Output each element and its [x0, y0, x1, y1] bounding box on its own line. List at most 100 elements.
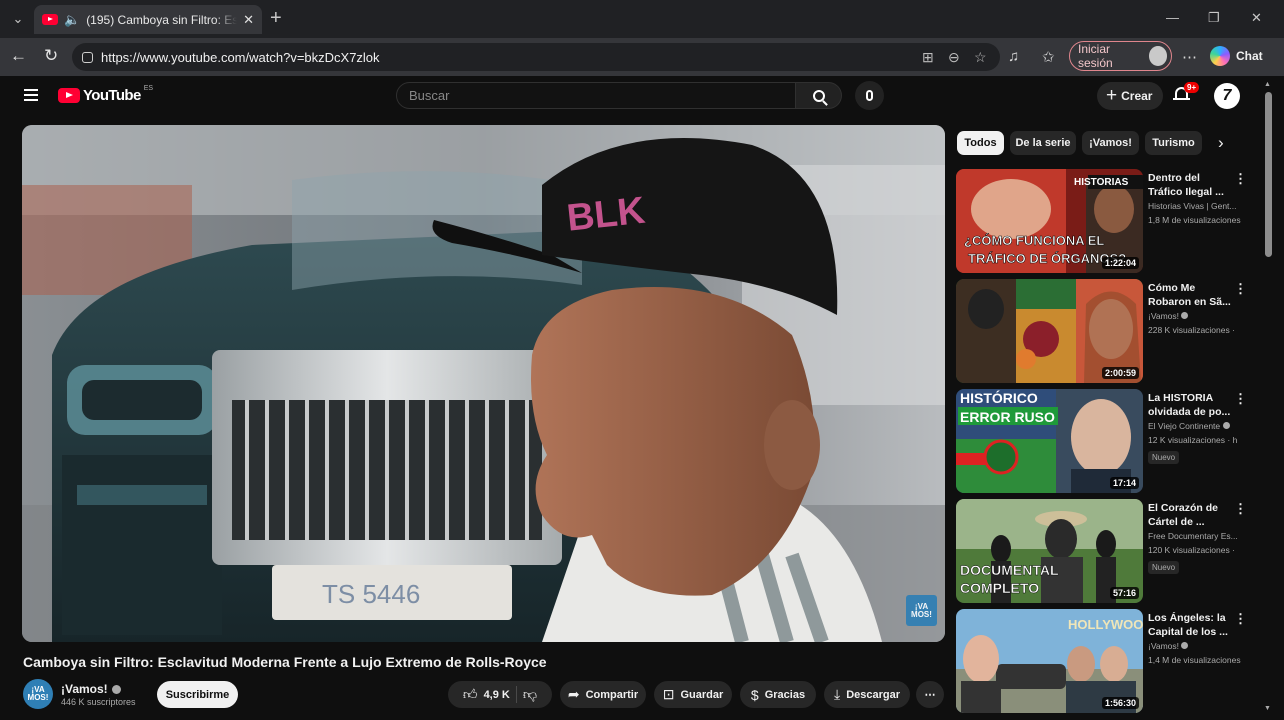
reload-icon[interactable]: ↻ — [44, 46, 58, 66]
recommendation-thumbnail[interactable]: HOLLYWOOD 1:56:30 — [956, 609, 1143, 713]
subscribe-button[interactable]: Suscribirme — [157, 681, 238, 708]
channel-name-link[interactable]: ¡Vamos! — [61, 682, 121, 696]
voice-search-button[interactable] — [855, 81, 884, 110]
notification-badge: 9+ — [1184, 82, 1200, 93]
chip-todos[interactable]: Todos — [957, 131, 1004, 155]
channel-avatar[interactable]: ¡VA MOS! — [23, 679, 53, 709]
search-box[interactable] — [396, 82, 796, 109]
tab-list-icon[interactable]: ⌄ — [0, 0, 36, 38]
more-actions-button[interactable]: ⋯ — [916, 681, 944, 708]
recommendation-channel[interactable]: Free Documentary Es... — [1148, 531, 1244, 541]
channel-watermark[interactable]: ¡VA MOS! — [906, 595, 937, 626]
video-player[interactable]: TS 5446 BLK ¡VA MOS! — [22, 125, 945, 642]
close-tab-icon[interactable]: ✕ — [243, 12, 254, 28]
dislike-icon[interactable]: 👎︎ — [523, 686, 537, 703]
recommendation-item[interactable]: 2:00:59 Cómo Me Robaron en Sã... ¡Vamos!… — [956, 279, 1247, 383]
recommendation-title[interactable]: Cómo Me Robaron en Sã... — [1148, 281, 1236, 309]
recommendation-item[interactable]: HISTORIAS ¿CÓMO FUNCIONA EL TRÁFICO DE Ó… — [956, 169, 1247, 273]
page-scrollbar[interactable]: ▲ ▼ — [1264, 81, 1273, 712]
recommendation-channel[interactable]: ¡Vamos! — [1148, 641, 1244, 651]
signin-button[interactable]: Iniciar sesión — [1069, 41, 1172, 71]
youtube-favicon-icon — [42, 14, 58, 25]
svg-text:¿CÓMO FUNCIONA EL: ¿CÓMO FUNCIONA EL — [964, 233, 1104, 248]
create-button[interactable]: + Crear — [1097, 82, 1164, 110]
more-vert-icon[interactable]: ⋮ — [1234, 171, 1247, 187]
chip-turismo[interactable]: Turismo — [1145, 131, 1202, 155]
thumb-top-text: HISTORIAS — [1074, 177, 1129, 188]
recommendation-title[interactable]: Dentro del Tráfico Ilegal ... — [1148, 171, 1236, 199]
guide-menu-icon[interactable] — [24, 89, 38, 104]
save-button[interactable]: ⊡ Guardar — [654, 681, 732, 708]
scrollbar-thumb[interactable] — [1265, 92, 1272, 257]
browser-tab[interactable]: 🔈 (195) Camboya sin Filtro: Esclavitud M… — [34, 5, 262, 34]
account-avatar[interactable]: 7 — [1214, 83, 1240, 109]
more-vert-icon[interactable]: ⋮ — [1234, 281, 1247, 297]
save-label: Guardar — [680, 688, 724, 701]
more-vert-icon[interactable]: ⋮ — [1234, 501, 1247, 517]
new-tab-icon[interactable]: + — [270, 8, 282, 28]
scroll-up-icon[interactable]: ▲ — [1264, 81, 1271, 88]
recommendation-thumbnail[interactable]: HISTÓRICO ERROR RUSO 17:14 — [956, 389, 1143, 493]
chevron-right-icon[interactable]: › — [1218, 133, 1224, 153]
logo-text: YouTube — [83, 87, 141, 104]
recommendation-item[interactable]: HOLLYWOOD 1:56:30 Los Ángeles: la Capita… — [956, 609, 1247, 713]
back-icon[interactable]: ← — [10, 46, 27, 66]
thanks-button[interactable]: $ Gracias — [740, 681, 816, 708]
like-divider — [515, 686, 517, 703]
search-input[interactable] — [409, 88, 795, 103]
recommendation-title[interactable]: La HISTORIA olvidada de po... — [1148, 391, 1236, 419]
media-control-icon[interactable]: ♫ — [1008, 48, 1019, 65]
search-button[interactable] — [796, 82, 842, 109]
settings-more-icon[interactable]: ⋯ — [1182, 48, 1197, 66]
mic-icon — [866, 90, 873, 101]
address-bar[interactable]: https://www.youtube.com/watch?v=bkzDcX7z… — [72, 43, 1000, 71]
minimize-icon[interactable]: — — [1166, 10, 1179, 25]
youtube-page: YouTube ES + Crear 9+ 7 — [0, 76, 1284, 720]
svg-text:BLK: BLK — [565, 190, 648, 240]
copilot-chat-button[interactable]: Chat — [1210, 44, 1263, 68]
like-count[interactable]: 4,9 K — [484, 689, 510, 701]
recommendation-thumbnail[interactable]: HISTORIAS ¿CÓMO FUNCIONA EL TRÁFICO DE Ó… — [956, 169, 1143, 273]
recommendation-item[interactable]: DOCUMENTAL COMPLETO 57:16 El Corazón de … — [956, 499, 1247, 603]
recommendation-channel[interactable]: El Viejo Continente — [1148, 421, 1244, 431]
audio-icon[interactable]: 🔈 — [64, 12, 80, 28]
recommendation-views: 120 K visualizaciones · — [1148, 545, 1235, 555]
duration-badge: 1:56:30 — [1101, 697, 1139, 709]
close-window-icon[interactable]: ✕ — [1251, 10, 1262, 26]
chip-vamos[interactable]: ¡Vamos! — [1082, 131, 1139, 155]
like-icon[interactable]: 👍︎ — [463, 686, 478, 703]
favorites-icon[interactable]: ✩ — [1042, 48, 1055, 66]
svg-text:DOCUMENTAL: DOCUMENTAL — [960, 562, 1059, 578]
share-icon: ➦ — [567, 686, 580, 702]
favorite-star-icon[interactable]: ☆ — [974, 49, 987, 66]
restore-icon[interactable]: ❐ — [1208, 10, 1220, 26]
recommendation-channel[interactable]: Historias Vivas | Gent... — [1148, 201, 1244, 211]
chip-de-la-serie[interactable]: De la serie — [1010, 131, 1076, 155]
new-badge: Nuevo — [1148, 451, 1180, 464]
logo-country: ES — [143, 85, 154, 92]
thumb-main-text: ERROR RUSO — [960, 409, 1055, 425]
duration-badge: 1:22:04 — [1101, 257, 1139, 269]
scroll-down-icon[interactable]: ▼ — [1264, 705, 1271, 712]
url-text[interactable]: https://www.youtube.com/watch?v=bkzDcX7z… — [101, 50, 380, 65]
site-info-icon[interactable] — [82, 51, 93, 63]
download-button[interactable]: ⤓ Descargar — [824, 681, 910, 708]
zoom-icon[interactable]: ⊖ — [948, 49, 960, 66]
share-button[interactable]: ➦ Compartir — [560, 681, 646, 708]
more-vert-icon[interactable]: ⋮ — [1234, 611, 1247, 627]
save-icon: ⊡ — [662, 686, 675, 702]
recommendation-views: 12 K visualizaciones · h — [1148, 435, 1238, 445]
verified-icon — [111, 684, 121, 694]
recommendation-item[interactable]: HISTÓRICO ERROR RUSO 17:14 La HISTORIA o… — [956, 389, 1247, 493]
youtube-logo[interactable]: YouTube ES — [58, 85, 154, 104]
recommendation-thumbnail[interactable]: 2:00:59 — [956, 279, 1143, 383]
more-vert-icon[interactable]: ⋮ — [1234, 391, 1247, 407]
app-available-icon[interactable]: ⊞ — [922, 49, 934, 66]
download-label: Descargar — [846, 688, 901, 701]
verified-icon — [1222, 422, 1230, 429]
recommendation-title[interactable]: Los Ángeles: la Capital de los ... — [1148, 611, 1236, 639]
recommendation-title[interactable]: El Corazón de Cártel de ... — [1148, 501, 1236, 529]
more-icon: ⋯ — [924, 689, 936, 701]
recommendation-channel[interactable]: ¡Vamos! — [1148, 311, 1244, 321]
recommendation-thumbnail[interactable]: DOCUMENTAL COMPLETO 57:16 — [956, 499, 1143, 603]
